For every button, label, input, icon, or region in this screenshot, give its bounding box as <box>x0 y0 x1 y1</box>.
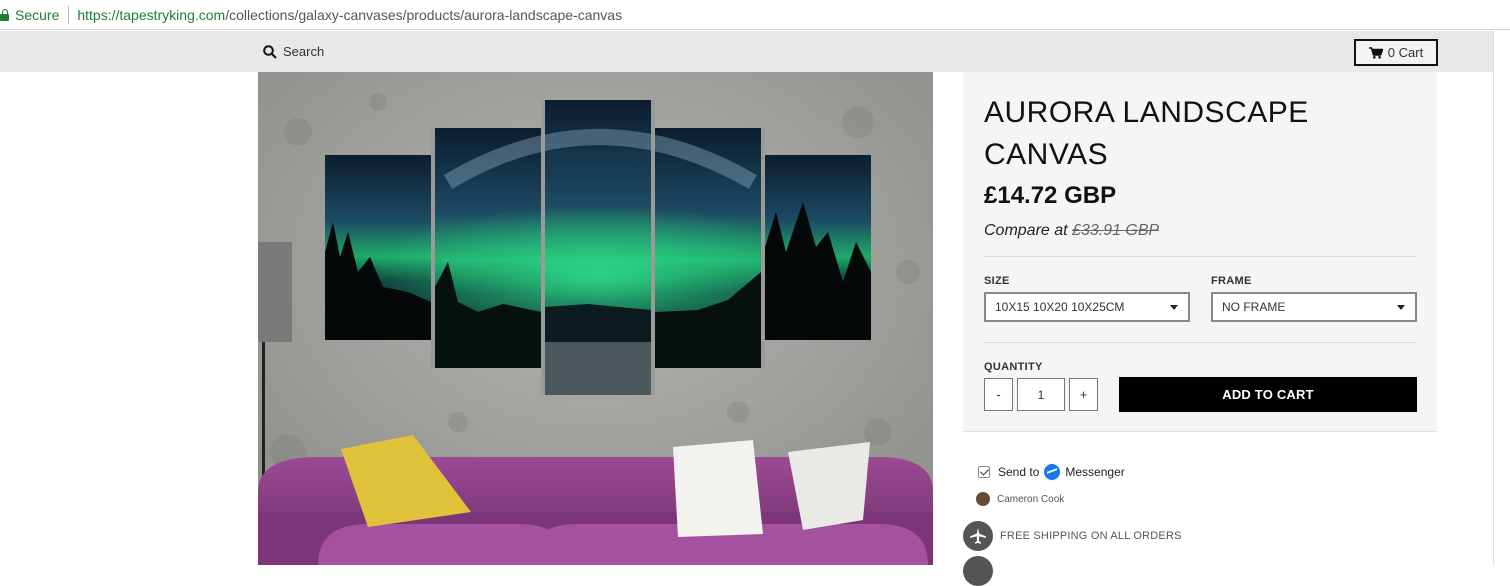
product-title: AURORA LANDSCAPE CANVAS <box>984 92 1404 176</box>
search-icon <box>263 44 277 59</box>
free-shipping-notice: FREE SHIPPING ON ALL ORDERS <box>963 521 1182 551</box>
messenger-user[interactable]: Cameron Cook <box>976 492 1064 506</box>
cart-label: 0 Cart <box>1387 45 1424 60</box>
user-name: Cameron Cook <box>997 493 1065 505</box>
add-to-cart-button[interactable]: ADD TO CART <box>1119 377 1417 412</box>
search-label: Search <box>283 44 325 59</box>
send-to-label: Send to <box>998 465 1040 479</box>
page-scrollbar[interactable] <box>1493 31 1510 565</box>
airplane-icon <box>963 521 993 551</box>
search-link[interactable]: Search <box>263 44 324 59</box>
chevron-down-icon <box>1170 305 1178 310</box>
browser-address-bar[interactable]: Secure https://tapestryking.com/collecti… <box>0 0 1510 30</box>
chevron-down-icon <box>1397 305 1405 310</box>
secure-label: Secure <box>15 6 60 23</box>
product-price: £14.72 GBP <box>984 182 1117 209</box>
free-shipping-label: FREE SHIPPING ON ALL ORDERS <box>1000 530 1182 542</box>
divider <box>984 342 1417 343</box>
store-top-bar: Search 0 Cart <box>0 31 1510 565</box>
size-selected-value: 10X15 10X20 10X25CM <box>995 300 1125 314</box>
compare-old-price: £33.91 GBP <box>1072 222 1160 239</box>
size-label: SIZE <box>984 275 1010 287</box>
messenger-label: Messenger <box>1065 465 1125 479</box>
avatar <box>976 492 990 506</box>
cart-button[interactable]: 0 Cart <box>1354 39 1438 66</box>
compare-at-price: Compare at £33.91 GBP <box>984 222 1159 240</box>
size-select[interactable]: 10X15 10X20 10X25CM <box>984 292 1190 322</box>
quantity-increase-button[interactable]: + <box>1069 378 1098 411</box>
product-title-line1: AURORA LANDSCAPE <box>984 96 1309 129</box>
product-image[interactable] <box>258 72 933 565</box>
divider <box>984 256 1417 257</box>
quantity-decrease-button[interactable]: - <box>984 378 1013 411</box>
url-path[interactable]: /collections/galaxy-canvases/products/au… <box>225 7 622 23</box>
return-icon <box>963 556 993 586</box>
messenger-icon <box>1044 464 1061 480</box>
address-divider <box>68 5 70 24</box>
frame-label: FRAME <box>1211 275 1252 287</box>
compare-prefix: Compare at <box>984 222 1068 239</box>
quantity-input[interactable]: 1 <box>1017 378 1065 411</box>
cart-icon <box>1368 46 1383 59</box>
product-title-line2: CANVAS <box>984 138 1109 171</box>
aurora-canvas-room-photo <box>258 72 933 565</box>
lock-icon <box>0 8 9 21</box>
send-to-messenger-checkbox[interactable] <box>978 466 990 478</box>
frame-select[interactable]: NO FRAME <box>1211 292 1417 322</box>
url-host[interactable]: https://tapestryking.com <box>77 7 225 23</box>
product-info-panel: AURORA LANDSCAPE CANVAS £14.72 GBP Compa… <box>963 72 1437 432</box>
messenger-opt-in: Send to Messenger <box>978 464 1125 480</box>
quantity-label: QUANTITY <box>984 361 1043 373</box>
frame-selected-value: NO FRAME <box>1222 300 1286 314</box>
